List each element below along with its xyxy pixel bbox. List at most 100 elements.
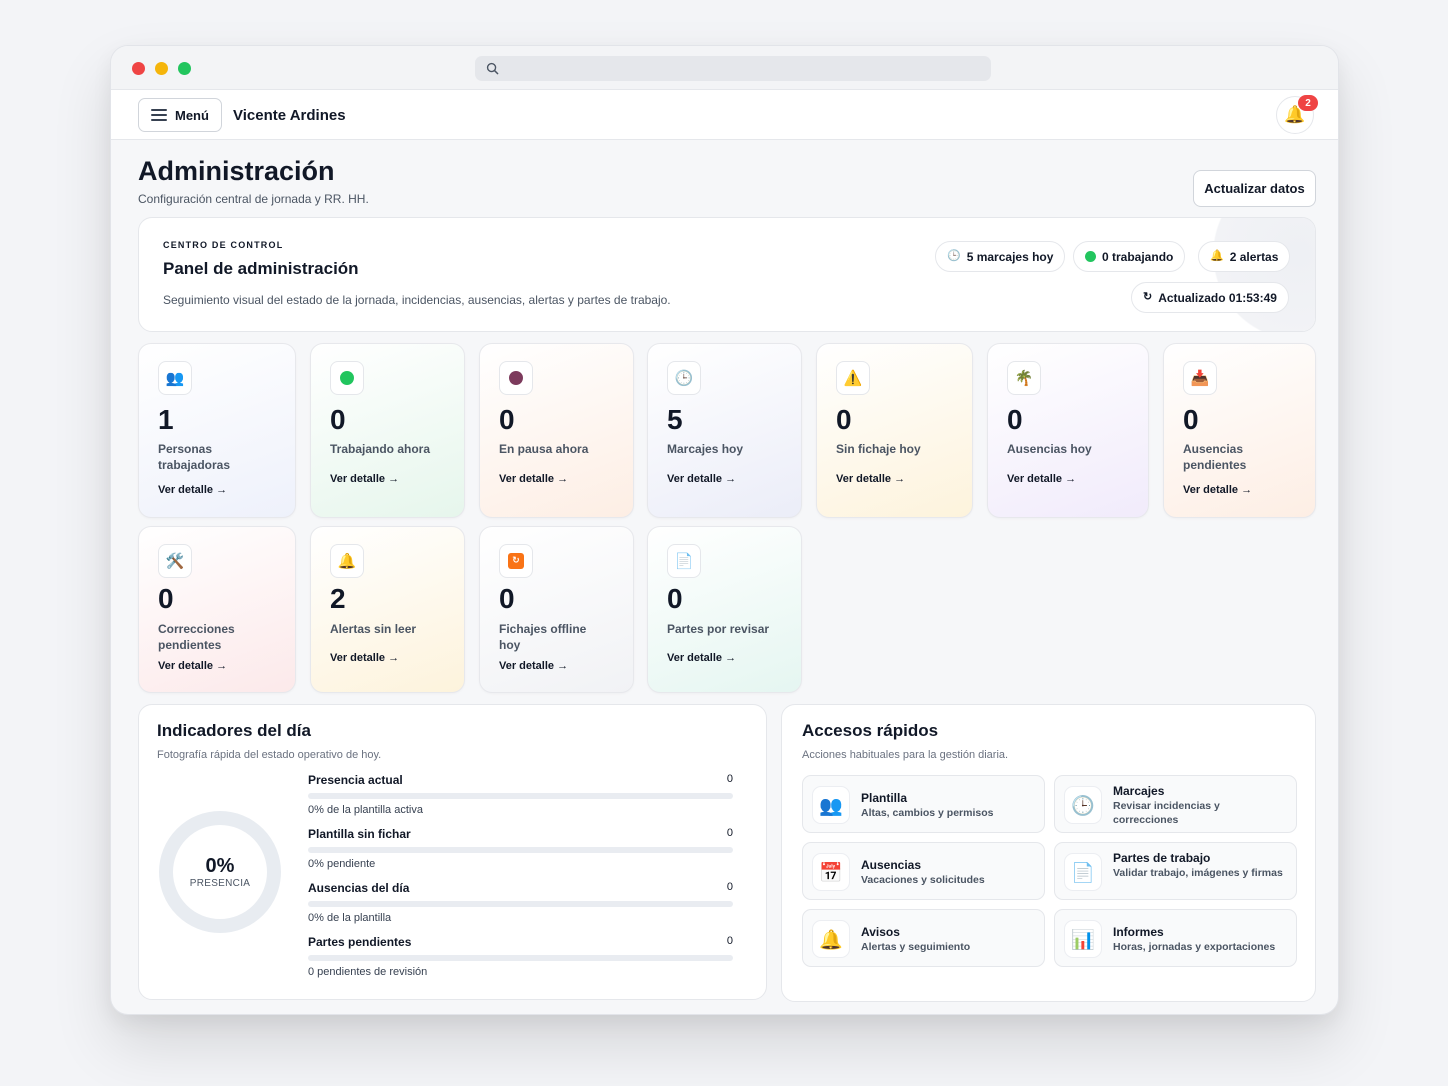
- indicator-track: [308, 847, 733, 853]
- stat-label: Ausencias pendientes: [1183, 442, 1247, 472]
- stat-value: 0: [1007, 404, 1023, 435]
- quick-access-title: Accesos rápidos: [802, 721, 939, 740]
- quick-access-avisos[interactable]: 🔔 Avisos Alertas y seguimiento: [802, 909, 1045, 967]
- quick-title: Informes: [1113, 925, 1164, 939]
- inbox-icon: 📥: [1183, 361, 1217, 395]
- stat-label: En pausa ahora: [499, 442, 589, 456]
- ver-detalle-link[interactable]: Ver detalle →: [499, 660, 568, 672]
- updated-pill: ↻ Actualizado 01:53:49: [1131, 282, 1289, 313]
- ver-detalle-link[interactable]: Ver detalle →: [667, 652, 736, 664]
- alertas-pill: 🔔 2 alertas: [1198, 241, 1291, 272]
- control-panel-title: Panel de administración: [163, 259, 359, 278]
- address-bar[interactable]: [475, 56, 991, 81]
- control-panel-description: Seguimiento visual del estado de la jorn…: [163, 293, 671, 307]
- stat-value: 0: [499, 404, 515, 435]
- close-window-button[interactable]: [132, 62, 145, 75]
- indicator-track: [308, 955, 733, 961]
- user-name: Vicente Ardines: [233, 107, 346, 124]
- quick-access-subtitle: Acciones habituales para la gestión diar…: [802, 749, 1009, 761]
- stat-label: Ausencias hoy: [1007, 442, 1092, 456]
- stat-value: 0: [499, 583, 515, 614]
- stat-label: Personas trabajadoras: [158, 442, 231, 472]
- browser-window: Menú Vicente Ardines 🔔 2 Administración …: [110, 45, 1339, 1015]
- indicator-note: 0% de la plantilla: [308, 912, 392, 924]
- ver-detalle-link[interactable]: Ver detalle →: [836, 473, 905, 485]
- green-dot-icon: [1085, 251, 1096, 262]
- ver-detalle-link[interactable]: Ver detalle →: [158, 484, 227, 496]
- ver-detalle-link[interactable]: Ver detalle →: [667, 473, 736, 485]
- stat-label: Marcajes hoy: [667, 442, 744, 456]
- refresh-data-button[interactable]: Actualizar datos: [1193, 170, 1316, 207]
- stat-value: 0: [1183, 404, 1199, 435]
- bell-icon: 🔔: [812, 920, 850, 958]
- ver-detalle-link[interactable]: Ver detalle →: [330, 652, 399, 664]
- updated-pill-label: Actualizado 01:53:49: [1158, 290, 1277, 305]
- offline-icon: ↻: [499, 544, 533, 578]
- quick-access-panel: Accesos rápidos Acciones habituales para…: [781, 704, 1316, 1002]
- ver-detalle-link[interactable]: Ver detalle →: [158, 660, 227, 672]
- ver-detalle-link[interactable]: Ver detalle →: [330, 473, 399, 485]
- stat-card-offline[interactable]: ↻ 0 Fichajes offline hoy Ver detalle →: [479, 526, 634, 693]
- ver-detalle-link[interactable]: Ver detalle →: [1007, 473, 1076, 485]
- quick-access-partes[interactable]: 📄 Partes de trabajo Validar trabajo, imá…: [1054, 842, 1297, 900]
- stat-card-trabajando[interactable]: 0 Trabajando ahora Ver detalle →: [310, 343, 465, 518]
- quick-title: Marcajes: [1113, 784, 1165, 798]
- menu-label: Menú: [175, 107, 209, 123]
- stat-card-sin-fichaje[interactable]: ⚠️ 0 Sin fichaje hoy Ver detalle →: [816, 343, 973, 518]
- stat-card-correcciones[interactable]: 🛠️ 0 Correcciones pendientes Ver detalle…: [138, 526, 296, 693]
- page-subtitle: Configuración central de jornada y RR. H…: [138, 192, 369, 206]
- stat-card-partes[interactable]: 📄 0 Partes por revisar Ver detalle →: [647, 526, 802, 693]
- bell-icon: 🔔: [330, 544, 364, 578]
- quick-title: Plantilla: [861, 791, 908, 805]
- quick-desc: Validar trabajo, imágenes y firmas: [1113, 867, 1283, 879]
- indicator-track: [308, 901, 733, 907]
- stat-value: 0: [158, 583, 174, 614]
- stat-card-alertas[interactable]: 🔔 2 Alertas sin leer Ver detalle →: [310, 526, 465, 693]
- indicator-value: 0: [726, 935, 733, 947]
- stat-value: 0: [836, 404, 852, 435]
- quick-desc: Vacaciones y solicitudes: [861, 874, 985, 886]
- minimize-window-button[interactable]: [155, 62, 168, 75]
- indicator-value: 0: [726, 827, 733, 839]
- ver-detalle-link[interactable]: Ver detalle →: [1183, 484, 1252, 496]
- indicator-row: Plantilla sin fichar 0 0% pendiente: [308, 827, 733, 879]
- notification-badge: 2: [1298, 95, 1318, 111]
- indicator-note: 0% pendiente: [308, 858, 376, 870]
- stat-card-ausencias-pendientes[interactable]: 📥 0 Ausencias pendientes Ver detalle →: [1163, 343, 1316, 518]
- maximize-window-button[interactable]: [178, 62, 191, 75]
- document-icon: 📄: [1064, 853, 1102, 891]
- menu-button[interactable]: Menú: [138, 98, 222, 132]
- marcajes-pill: 🕒 5 marcajes hoy: [935, 241, 1066, 272]
- indicator-name: Partes pendientes: [308, 935, 412, 949]
- quick-access-ausencias[interactable]: 📅 Ausencias Vacaciones y solicitudes: [802, 842, 1045, 900]
- quick-access-plantilla[interactable]: 👥 Plantilla Altas, cambios y permisos: [802, 775, 1045, 833]
- warning-icon: ⚠️: [836, 361, 870, 395]
- stat-label: Partes por revisar: [667, 622, 770, 636]
- window-titlebar: [111, 46, 1338, 90]
- stat-card-pausa[interactable]: 0 En pausa ahora Ver detalle →: [479, 343, 634, 518]
- notifications-button[interactable]: 🔔 2: [1276, 95, 1318, 134]
- indicators-panel: Indicadores del día Fotografía rápida de…: [138, 704, 767, 1000]
- indicator-value: 0: [726, 881, 733, 893]
- ver-detalle-link[interactable]: Ver detalle →: [499, 473, 568, 485]
- stat-card-ausencias-hoy[interactable]: 🌴 0 Ausencias hoy Ver detalle →: [987, 343, 1149, 518]
- clock-icon: 🕒: [947, 250, 961, 262]
- page-title: Administración: [138, 156, 335, 186]
- indicator-note: 0% de la plantilla activa: [308, 804, 423, 816]
- calendar-icon: 📅: [812, 853, 850, 891]
- stat-value: 0: [330, 404, 346, 435]
- tools-icon: 🛠️: [158, 544, 192, 578]
- stat-label: Fichajes offline hoy: [499, 622, 587, 652]
- stat-label: Trabajando ahora: [330, 442, 431, 456]
- palm-tree-icon: 🌴: [1007, 361, 1041, 395]
- indicator-value: 0: [726, 773, 733, 785]
- quick-access-marcajes[interactable]: 🕒 Marcajes Revisar incidencias y correcc…: [1054, 775, 1297, 833]
- chart-icon: 📊: [1064, 920, 1102, 958]
- stat-card-personas[interactable]: 👥 1 Personas trabajadoras Ver detalle →: [138, 343, 296, 518]
- quick-access-informes[interactable]: 📊 Informes Horas, jornadas y exportacion…: [1054, 909, 1297, 967]
- quick-desc: Altas, cambios y permisos: [861, 807, 994, 819]
- quick-title: Ausencias: [861, 858, 922, 872]
- stat-card-marcajes[interactable]: 🕒 5 Marcajes hoy Ver detalle →: [647, 343, 802, 518]
- clock-icon: 🕒: [667, 361, 701, 395]
- donut-value: 0%: [205, 855, 235, 877]
